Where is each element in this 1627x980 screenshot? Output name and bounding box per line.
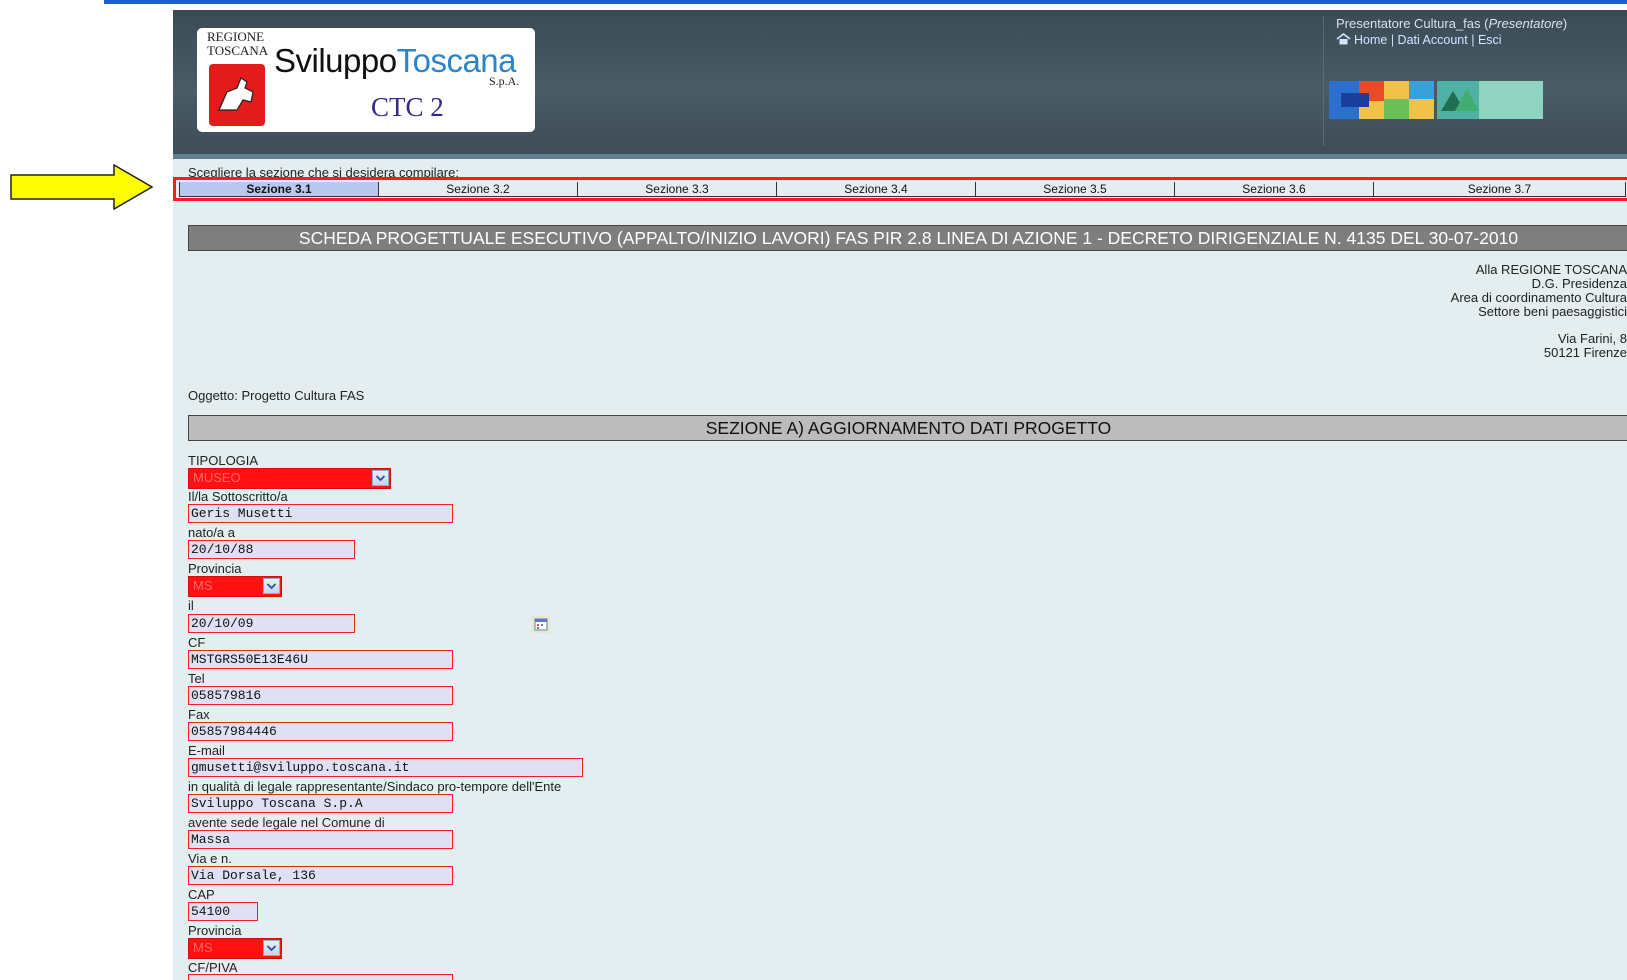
regione-toscana-text: REGIONE TOSCANA: [207, 30, 268, 58]
tab-sezione-3-7[interactable]: Sezione 3.7: [1373, 182, 1626, 197]
provincia-sede-value: MS: [193, 940, 213, 955]
tab-sezione-3-6[interactable]: Sezione 3.6: [1174, 182, 1374, 197]
home-icon: [1336, 33, 1351, 45]
cap-label: CAP: [188, 887, 215, 902]
provincia-sede-label: Provincia: [188, 923, 242, 938]
sottoscritto-input[interactable]: Geris Musetti: [188, 504, 453, 523]
address-block: Via Farini, 8 50121 Firenze: [1544, 332, 1627, 360]
tel-input[interactable]: 058579816: [188, 686, 453, 705]
cfpiva-label: CF/PIVA: [188, 960, 238, 975]
provincia-nascita-value: MS: [193, 578, 213, 593]
chevron-down-icon[interactable]: [263, 940, 280, 956]
cf-input[interactable]: MSTGRS50E13E46U: [188, 650, 453, 669]
recipient-line: Area di coordinamento Cultura: [1450, 290, 1627, 305]
header-divider: [1323, 16, 1324, 146]
home-link[interactable]: Home: [1354, 33, 1387, 47]
address-line: 50121 Firenze: [1543, 345, 1627, 360]
sviluppo-toscana-logo[interactable]: REGIONE TOSCANA SviluppoToscana S.p.A. C…: [197, 28, 535, 132]
tipologia-value: MUSEO: [193, 470, 241, 485]
tel-label: Tel: [188, 671, 205, 686]
user-role: Presentatore: [1488, 16, 1563, 31]
comune-input[interactable]: Massa: [188, 830, 453, 849]
nato-a-label: nato/a a: [188, 525, 235, 540]
cf-label: CF: [188, 635, 206, 650]
section-a-title: SEZIONE A) AGGIORNAMENTO DATI PROGETTO: [188, 415, 1627, 441]
fas-banner-image: [1437, 81, 1543, 119]
il-label: il: [188, 598, 194, 613]
brand-part1: Sviluppo: [274, 42, 397, 79]
dati-account-link[interactable]: Dati Account: [1398, 33, 1468, 47]
ente-input[interactable]: Sviluppo Toscana S.p.A: [188, 794, 453, 813]
page-container: REGIONE TOSCANA SviluppoToscana S.p.A. C…: [173, 10, 1627, 980]
top-accent-line: [104, 0, 1627, 4]
recipient-line: D.G. Presidenza: [1531, 276, 1627, 291]
sottoscritto-label: Il/la Sottoscritto/a: [188, 489, 288, 504]
il-date-input[interactable]: 20/10/09: [188, 614, 355, 633]
recipient-block: Alla REGIONE TOSCANA D.G. Presidenza Are…: [1451, 263, 1627, 319]
address-line: Via Farini, 8: [1557, 331, 1627, 346]
section-tabs: Sezione 3.1 Sezione 3.2 Sezione 3.3 Sezi…: [173, 177, 1627, 201]
yellow-arrow-annotation: [10, 164, 154, 210]
header-bottom-bar: [173, 154, 1627, 159]
tipologia-select[interactable]: MUSEO: [188, 468, 391, 489]
tab-sezione-3-4[interactable]: Sezione 3.4: [776, 182, 976, 197]
user-links: Home | Dati Account | Esci: [1336, 33, 1502, 47]
cfpiva-input[interactable]: [188, 974, 453, 980]
via-input[interactable]: Via Dorsale, 136: [188, 866, 453, 885]
brand-spa: S.p.A.: [489, 74, 520, 88]
calendar-icon[interactable]: [532, 616, 550, 633]
chevron-down-icon[interactable]: [372, 470, 389, 486]
tab-sezione-3-2[interactable]: Sezione 3.2: [378, 182, 578, 197]
recipient-line: Settore beni paesaggistici: [1478, 304, 1627, 319]
provincia-sede-select[interactable]: MS: [188, 938, 282, 959]
product-name: CTC 2: [371, 92, 444, 122]
brand-name: SviluppoToscana: [274, 42, 517, 80]
tab-sezione-3-5[interactable]: Sezione 3.5: [975, 182, 1175, 197]
email-input[interactable]: gmusetti@sviluppo.toscana.it: [188, 758, 583, 777]
email-label: E-mail: [188, 743, 225, 758]
tab-sezione-3-1[interactable]: Sezione 3.1: [179, 182, 379, 197]
chevron-down-icon[interactable]: [263, 578, 280, 594]
comune-label: avente sede legale nel Comune di: [188, 815, 385, 830]
esci-link[interactable]: Esci: [1478, 33, 1502, 47]
fax-label: Fax: [188, 707, 210, 722]
por-creo-banner-image: [1329, 81, 1434, 119]
user-name: Presentatore Cultura_fas: [1336, 16, 1481, 31]
provincia-nascita-label: Provincia: [188, 561, 242, 576]
provincia-nascita-select[interactable]: MS: [188, 576, 282, 597]
nato-a-input[interactable]: 20/10/88: [188, 540, 355, 559]
fax-input[interactable]: 05857984446: [188, 722, 453, 741]
oggetto-text: Oggetto: Progetto Cultura FAS: [188, 388, 365, 403]
header: REGIONE TOSCANA SviluppoToscana S.p.A. C…: [173, 10, 1627, 154]
tipologia-label: TIPOLOGIA: [188, 453, 259, 468]
regione-line: REGIONE TOSCANA: [207, 29, 269, 58]
user-info: Presentatore Cultura_fas (Presentatore): [1336, 16, 1568, 31]
recipient-line: Alla REGIONE TOSCANA: [1475, 262, 1627, 277]
via-label: Via e n.: [188, 851, 232, 866]
ente-label: in qualità di legale rappresentante/Sind…: [188, 779, 562, 794]
tab-sezione-3-3[interactable]: Sezione 3.3: [577, 182, 777, 197]
document-title: SCHEDA PROGETTUALE ESECUTIVO (APPALTO/IN…: [188, 225, 1627, 251]
cap-input[interactable]: 54100: [188, 902, 258, 921]
